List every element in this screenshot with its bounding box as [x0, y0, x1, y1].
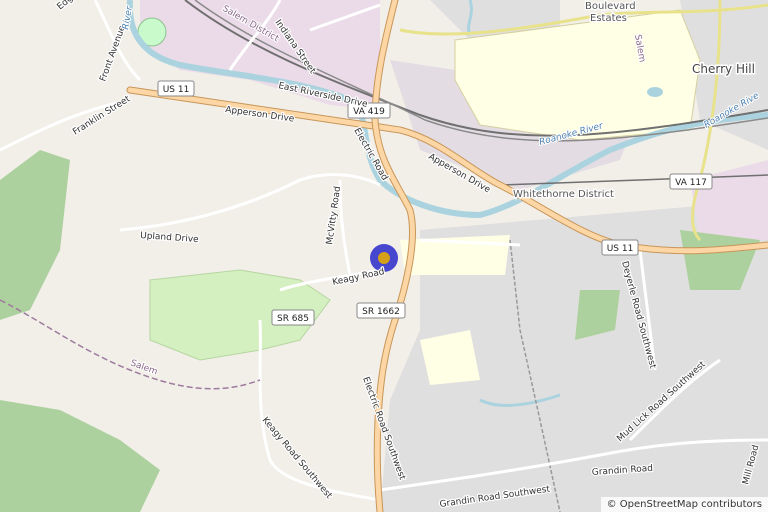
- location-marker[interactable]: [370, 244, 398, 272]
- shield-text: SR 685: [277, 314, 309, 324]
- marker-center[interactable]: [378, 252, 390, 264]
- keagy-road-sw-road: [258, 319, 381, 502]
- label-franklin-street: Franklin Street: [71, 94, 132, 137]
- map-attribution[interactable]: © OpenStreetMap contributors: [600, 497, 768, 512]
- label-upland-drive: Upland Drive: [140, 231, 200, 245]
- shield-text: VA 419: [353, 107, 385, 117]
- map-view[interactable]: US 11 VA 419 VA 117 US 11 SR 685 SR 1662…: [0, 0, 768, 512]
- shield-sr1662: SR 1662: [356, 302, 406, 319]
- shield-va117: VA 117: [669, 173, 713, 190]
- label-keagy-road: Keagy Road: [332, 267, 386, 288]
- pond-east: [647, 87, 663, 97]
- shield-text: VA 117: [675, 178, 707, 188]
- label-whitethorne-district: Whitethorne District: [513, 189, 614, 200]
- label-cherry-hill: Cherry Hill: [692, 62, 755, 76]
- label-edgewood: Edgew: [56, 0, 85, 12]
- label-front-avenue: Front Avenue: [98, 24, 128, 83]
- forest-west: [0, 150, 70, 320]
- shield-us11-left: US 11: [157, 80, 195, 97]
- shield-text: SR 1662: [362, 307, 400, 317]
- shield-us11-right: US 11: [601, 239, 639, 256]
- map-canvas[interactable]: US 11 VA 419 VA 117 US 11 SR 685 SR 1662…: [0, 0, 768, 512]
- shield-text: US 11: [607, 244, 634, 254]
- shield-sr685: SR 685: [271, 309, 315, 326]
- forest-southwest: [0, 400, 160, 512]
- shield-text: US 11: [163, 85, 190, 95]
- label-estates: Estates: [590, 13, 627, 24]
- label-boulevard: Boulevard: [585, 1, 636, 12]
- school-area-south: [420, 330, 480, 385]
